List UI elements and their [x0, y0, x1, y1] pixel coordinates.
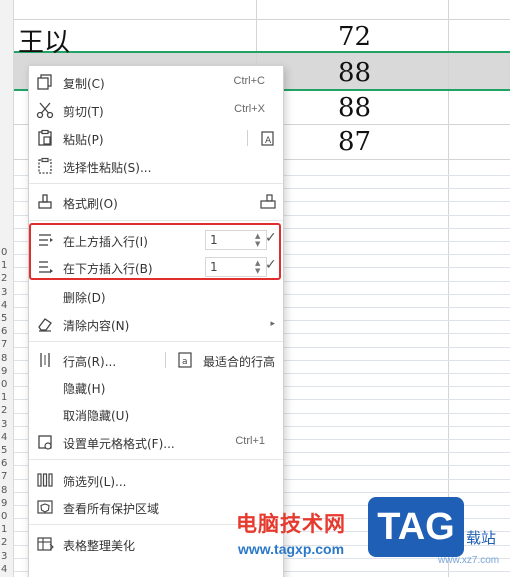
watermark-tag-logo: TAG	[368, 497, 464, 557]
row-number[interactable]: 9	[0, 498, 14, 509]
row-number[interactable]: 1	[0, 260, 14, 271]
filter-column-icon	[37, 473, 53, 487]
menu-label: 筛选列(L)...	[63, 475, 127, 489]
row-number[interactable]: 9	[0, 366, 14, 377]
row-number[interactable]: 4	[0, 300, 14, 311]
menu-separator	[29, 183, 283, 184]
row-header-column[interactable]: 01234567890123456789012345	[0, 0, 14, 577]
grid-line	[448, 0, 449, 577]
row-number[interactable]: 0	[0, 247, 14, 258]
menu-separator	[29, 220, 283, 221]
menu-item-paste-special[interactable]: 选择性粘贴(S)...	[29, 153, 283, 179]
row-number[interactable]: 8	[0, 353, 14, 364]
menu-label: 查看所有保护区域	[63, 502, 160, 516]
menu-item-paste[interactable]: 粘贴(P) A	[29, 125, 283, 151]
menu-label: 删除(D)	[63, 291, 106, 305]
brush-icon[interactable]	[259, 193, 277, 211]
menu-separator	[29, 341, 283, 342]
table-beautify-icon	[37, 537, 54, 551]
best-fit-label[interactable]: 最适合的行高	[203, 353, 275, 370]
menu-label: 设置单元格格式(F)...	[63, 437, 175, 451]
row-number[interactable]: 6	[0, 326, 14, 337]
copy-icon	[37, 74, 52, 90]
eraser-icon	[38, 318, 52, 332]
menu-item-copy[interactable]: 复制(C) Ctrl+C	[29, 69, 283, 95]
menu-label: 粘贴(P)	[63, 133, 104, 147]
shortcut: Ctrl+X	[234, 103, 265, 115]
row-number[interactable]: 5	[0, 313, 14, 324]
row-number[interactable]: 2	[0, 273, 14, 284]
submenu-arrow-icon: ▸	[270, 319, 275, 329]
menu-item-filter-column[interactable]: 筛选列(L)...	[29, 467, 283, 493]
cell-score[interactable]: 88	[338, 93, 371, 123]
menu-item-cut[interactable]: 剪切(T) Ctrl+X	[29, 97, 283, 123]
format-painter-icon	[38, 194, 52, 209]
row-number[interactable]: 0	[0, 379, 14, 390]
separator	[165, 352, 166, 368]
menu-item-row-height[interactable]: 行高(R)... a 最适合的行高	[29, 347, 283, 373]
format-cells-icon	[38, 435, 52, 450]
menu-label: 表格整理美化	[63, 539, 136, 553]
row-number[interactable]: 4	[0, 432, 14, 443]
menu-item-unhide[interactable]: 取消隐藏(U)	[29, 401, 283, 427]
row-number[interactable]: 8	[0, 485, 14, 496]
menu-label: 隐藏(H)	[63, 382, 106, 396]
menu-item-format-painter[interactable]: 格式刷(O)	[29, 189, 283, 215]
cell-score[interactable]: 72	[338, 22, 371, 52]
menu-item-format-cells[interactable]: 设置单元格格式(F)... Ctrl+1	[29, 429, 283, 455]
row-number[interactable]: 0	[0, 511, 14, 522]
scissors-icon	[36, 102, 54, 119]
row-height-icon	[40, 353, 50, 367]
separator	[247, 130, 248, 146]
paste-icon	[38, 129, 52, 146]
row-number[interactable]: 2	[0, 405, 14, 416]
menu-label: 格式刷(O)	[63, 197, 118, 211]
watermark-site-suffix-url: www.xz7.com	[438, 555, 500, 566]
row-number[interactable]: 6	[0, 458, 14, 469]
menu-item-delete[interactable]: 删除(D)	[29, 283, 283, 309]
grid-line	[14, 19, 510, 20]
highlight-box	[29, 223, 281, 280]
menu-label: 取消隐藏(U)	[63, 409, 130, 423]
cell-name[interactable]: 王以	[18, 22, 70, 59]
row-number[interactable]: 3	[0, 287, 14, 298]
menu-label: 行高(R)...	[63, 355, 117, 369]
row-number[interactable]: 3	[0, 551, 14, 562]
shortcut: Ctrl+C	[233, 75, 265, 87]
row-number[interactable]: 1	[0, 392, 14, 403]
menu-item-hide[interactable]: 隐藏(H)	[29, 374, 283, 400]
selection-border-top	[14, 51, 510, 53]
row-number[interactable]: 1	[0, 524, 14, 535]
row-number[interactable]: 5	[0, 445, 14, 456]
menu-label: 剪切(T)	[63, 105, 104, 119]
menu-label: 复制(C)	[63, 77, 105, 91]
context-menu: 复制(C) Ctrl+C 剪切(T) Ctrl+X 粘贴(P) A 选择性粘贴(…	[28, 65, 284, 577]
row-number[interactable]: 4	[0, 564, 14, 575]
cell-score[interactable]: 88	[338, 58, 371, 88]
shortcut: Ctrl+1	[235, 435, 265, 447]
row-number[interactable]: 2	[0, 537, 14, 548]
paste-special-icon	[38, 157, 52, 174]
menu-label: 清除内容(N)	[63, 319, 130, 333]
paste-options-icon[interactable]: A	[260, 129, 276, 147]
shield-icon	[37, 500, 53, 514]
row-number[interactable]: 7	[0, 339, 14, 350]
watermark-url: www.tagxp.com	[238, 541, 345, 557]
row-number[interactable]: 7	[0, 471, 14, 482]
menu-label: 选择性粘贴(S)...	[63, 161, 152, 175]
menu-separator	[29, 459, 283, 460]
svg-text:A: A	[265, 136, 272, 146]
watermark-site-name: 电脑技术网	[236, 512, 346, 536]
menu-item-clear[interactable]: 清除内容(N) ▸	[29, 311, 283, 337]
row-number[interactable]: 3	[0, 419, 14, 430]
watermark-site-suffix: 载站	[466, 529, 497, 547]
svg-text:a: a	[182, 357, 188, 367]
cell-score[interactable]: 87	[338, 127, 371, 157]
best-fit-icon[interactable]: a	[177, 351, 193, 369]
